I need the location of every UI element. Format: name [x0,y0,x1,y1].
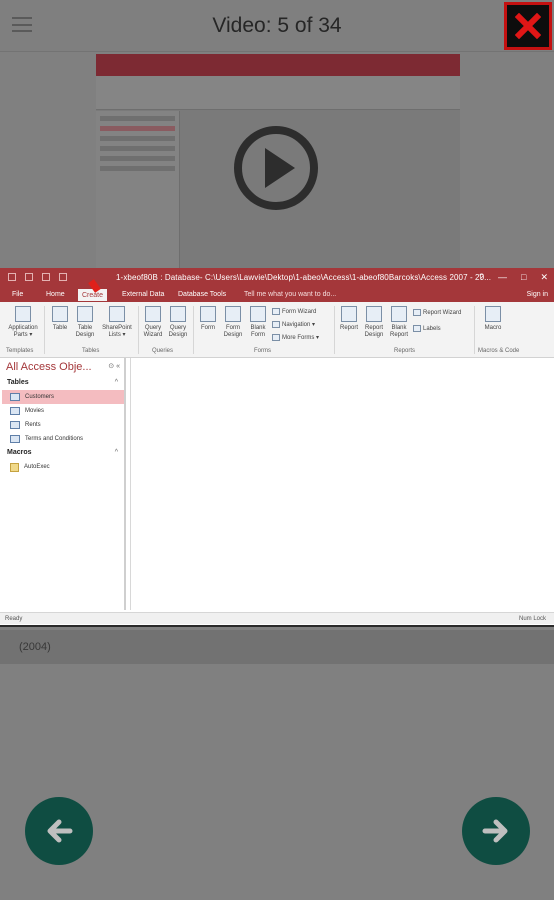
form-wizard-icon [272,308,280,315]
nav-item-customers[interactable]: Customers [2,390,124,404]
labels-icon [413,325,421,332]
previous-button[interactable] [25,797,93,865]
more-forms-button[interactable]: More Forms ▾ [272,334,319,341]
nav-item-movies[interactable]: Movies [2,404,124,418]
chevron-up-icon: ^ [114,379,118,386]
nav-section-tables[interactable]: Tables ^ [2,376,124,390]
work-area [130,358,554,610]
report-design-button[interactable]: Report Design [362,306,386,339]
status-ready: Ready [5,616,23,622]
nav-pane-controls[interactable]: ⊙ « [108,362,120,370]
window-controls: ? — □ ✕ [479,272,548,283]
video-title: Video: 5 of 34 [212,14,342,37]
caption-bar: (2004) [0,630,554,664]
navigation-pane: All Access Obje... ⊙ « Tables ^ Customers… [2,358,126,610]
query-design-icon [170,306,186,322]
macro-button[interactable]: Macro [480,306,506,332]
minimize-button[interactable]: — [498,272,507,283]
sharepoint-lists-button[interactable]: SharePoint Lists ▾ [98,306,136,339]
play-button[interactable] [234,126,318,210]
nav-section-macros[interactable]: Macros ^ [2,446,124,460]
query-wizard-icon [145,306,161,322]
play-icon [265,148,295,188]
tab-file[interactable]: File [12,291,23,298]
close-button[interactable] [504,2,552,50]
group-tables: Tables [82,348,100,354]
group-queries: Queries [152,348,174,354]
report-button[interactable]: Report [337,306,361,332]
table-icon [10,435,20,443]
application-parts-icon [15,306,31,322]
blank-report-button[interactable]: Blank Report [387,306,411,339]
tab-external-data[interactable]: External Data [122,291,164,298]
form-button[interactable]: Form [196,306,220,332]
group-templates: Templates [6,348,34,354]
table-icon [52,306,68,322]
macro-icon [10,462,19,472]
table-icon [10,407,20,415]
tab-create[interactable]: Create [78,289,108,301]
form-icon [200,306,216,322]
table-design-icon [77,306,93,322]
ribbon: Application Parts ▾ Table Table Design Sha… [0,302,554,358]
group-forms: Forms [254,348,271,354]
access-screenshot: 1-xbeof80B : Database- C:\Users\Lawvie\D… [0,268,554,627]
close-window-button[interactable]: ✕ [540,272,548,283]
table-icon [10,421,20,429]
form-design-button[interactable]: Form Design [221,306,245,339]
video-thumbnail[interactable] [96,54,460,268]
arrow-right-icon [482,819,508,843]
chevron-up-icon: ^ [114,449,118,456]
tab-database-tools[interactable]: Database Tools [178,291,226,298]
sign-in-link[interactable]: Sign in [527,291,548,298]
tab-home[interactable]: Home [46,291,65,298]
arrow-left-icon [47,819,73,843]
access-titlebar: 1-xbeof80B : Database- C:\Users\Lawvie\D… [0,268,554,288]
close-x-icon [515,13,541,39]
nav-item-terms-and-conditions[interactable]: Terms and Conditions [2,432,124,446]
application-parts-button[interactable]: Application Parts ▾ [4,306,42,339]
blank-report-icon [391,306,407,322]
top-bar: Video: 5 of 34 [0,0,554,52]
help-button[interactable]: ? [479,272,484,283]
nav-pane-title: All Access Obje... [6,361,92,373]
navigation-button[interactable]: Navigation ▾ [272,321,315,328]
nav-item-autoexec[interactable]: AutoExec [2,460,124,474]
table-button[interactable]: Table [48,306,72,332]
table-design-button[interactable]: Table Design [73,306,97,339]
table-icon [10,393,20,401]
next-button[interactable] [462,797,530,865]
report-design-icon [366,306,382,322]
tell-me-search[interactable]: Tell me what you want to do... [244,291,336,298]
form-design-icon [225,306,241,322]
blank-form-button[interactable]: Blank Form [246,306,270,339]
blank-form-icon [250,306,266,322]
sharepoint-lists-icon [109,306,125,322]
query-design-button[interactable]: Query Design [166,306,190,339]
navigation-icon [272,321,280,328]
access-window-title: 1-xbeof80B : Database- C:\Users\Lawvie\D… [116,273,492,282]
caption-text: (2004) [19,641,51,653]
macro-icon [485,306,501,322]
nav-pane-header[interactable]: All Access Obje... ⊙ « [2,358,124,376]
quick-access-toolbar [8,273,67,281]
form-wizard-button[interactable]: Form Wizard [272,308,316,315]
nav-item-rents[interactable]: Rents [2,418,124,432]
group-macros-code: Macros & Code [478,348,520,354]
report-icon [341,306,357,322]
query-wizard-button[interactable]: Query Wizard [141,306,165,339]
status-num-lock: Num Lock [518,616,546,622]
status-bar: Ready Num Lock [0,612,554,624]
group-reports: Reports [394,348,416,354]
labels-button[interactable]: Labels [413,325,441,332]
maximize-button[interactable]: □ [521,272,526,283]
report-wizard-button[interactable]: Report Wizard [413,309,461,316]
ribbon-tabs: File Home Create External Data Database … [0,279,554,302]
more-forms-icon [272,334,280,341]
report-wizard-icon [413,309,421,316]
